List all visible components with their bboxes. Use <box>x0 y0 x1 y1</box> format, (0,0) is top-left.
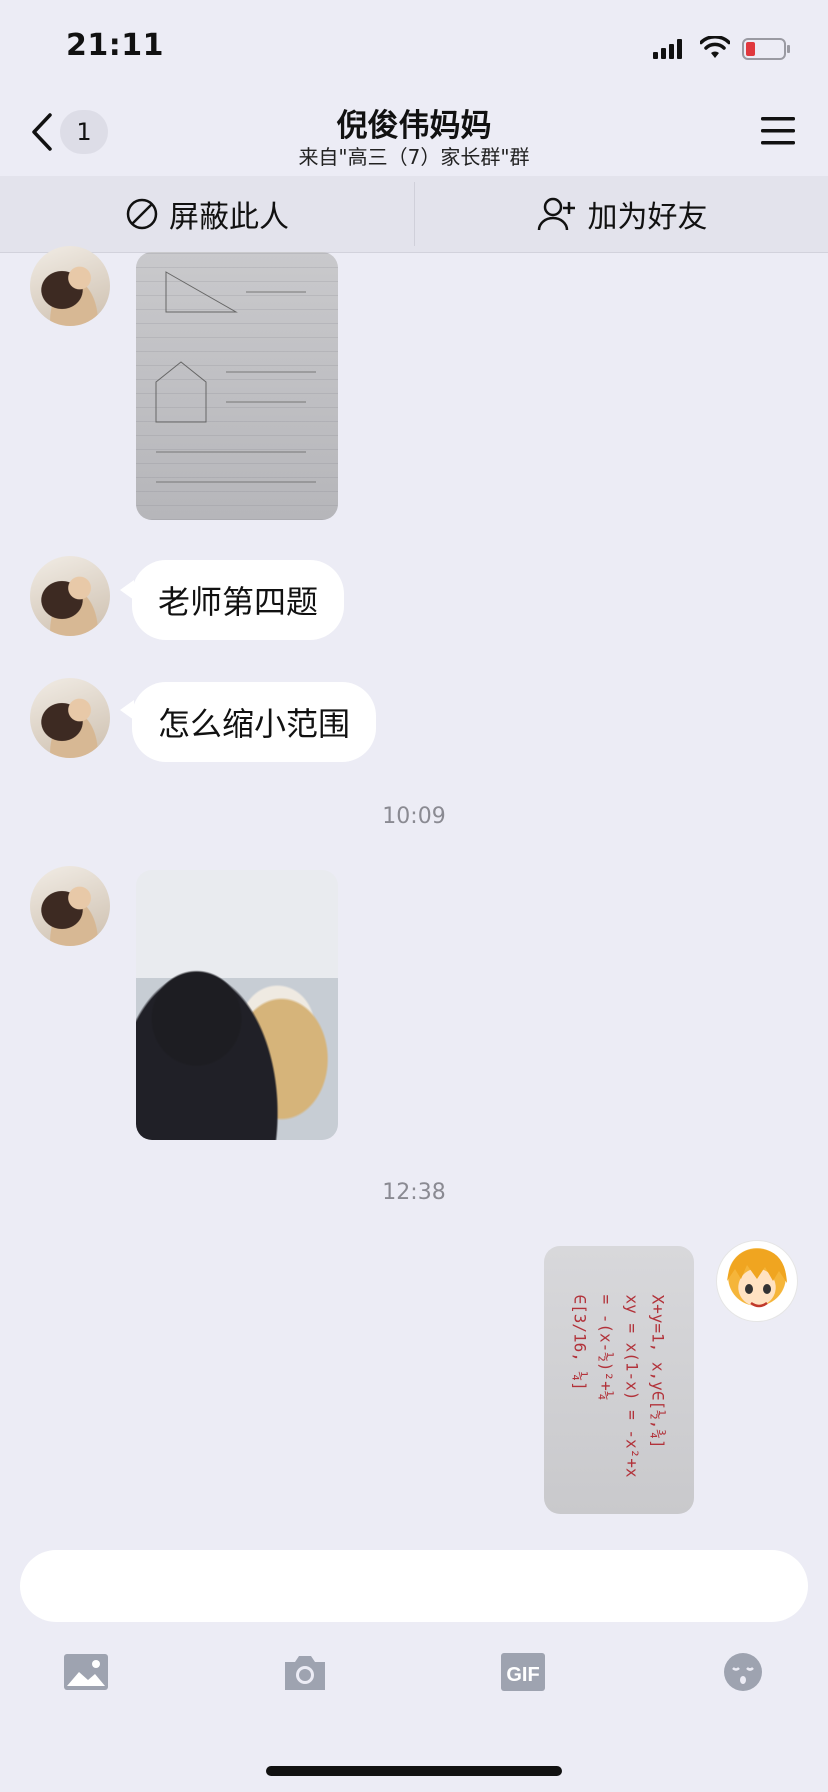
add-friend-icon <box>537 197 575 231</box>
cartoon-face-icon <box>727 1249 787 1308</box>
message-image-math[interactable]: X+y=1, x,y∈[½,¾] xy = x(1-x) = -x²+x = -… <box>544 1246 694 1514</box>
message-image-notes[interactable] <box>136 252 338 520</box>
svg-text:GIF: GIF <box>506 1664 539 1686</box>
block-icon <box>126 198 158 230</box>
status-time: 21:11 <box>66 28 164 63</box>
message-input[interactable] <box>20 1550 808 1622</box>
chat-title: 倪俊伟妈妈 <box>336 108 492 144</box>
home-indicator <box>266 1766 562 1776</box>
chat-subtitle: 来自"高三（7）家长群"群 <box>298 145 530 169</box>
message-image-student[interactable] <box>136 870 338 1140</box>
battery-low-icon <box>742 38 790 60</box>
message-bubble[interactable]: 怎么缩小范围 <box>132 682 377 762</box>
add-friend-button[interactable]: 加为好友 <box>415 176 828 252</box>
sender-avatar[interactable] <box>30 246 110 326</box>
message-bubble[interactable]: 老师第四题 <box>132 560 345 640</box>
math-photo-text: X+y=1, x,y∈[½,¾] xy = x(1-x) = -x²+x = -… <box>571 1294 668 1478</box>
gif-icon[interactable]: GIF <box>500 1652 546 1692</box>
image-icon[interactable] <box>63 1652 109 1692</box>
sender-avatar[interactable] <box>30 866 110 946</box>
message-timestamp: 12:38 <box>382 1180 446 1205</box>
camera-icon[interactable] <box>282 1652 328 1692</box>
block-user-button[interactable]: 屏蔽此人 <box>0 176 414 252</box>
notes-sketch <box>155 271 316 483</box>
add-friend-label: 加为好友 <box>587 200 708 235</box>
self-avatar[interactable] <box>716 1240 798 1322</box>
block-user-label: 屏蔽此人 <box>169 200 289 235</box>
wifi-icon <box>700 36 730 58</box>
cellular-signal-icon <box>653 39 682 59</box>
emoji-icon[interactable] <box>720 1652 766 1692</box>
menu-icon[interactable] <box>760 114 796 148</box>
sender-avatar[interactable] <box>30 678 110 758</box>
message-timestamp: 10:09 <box>382 804 446 829</box>
sender-avatar[interactable] <box>30 556 110 636</box>
